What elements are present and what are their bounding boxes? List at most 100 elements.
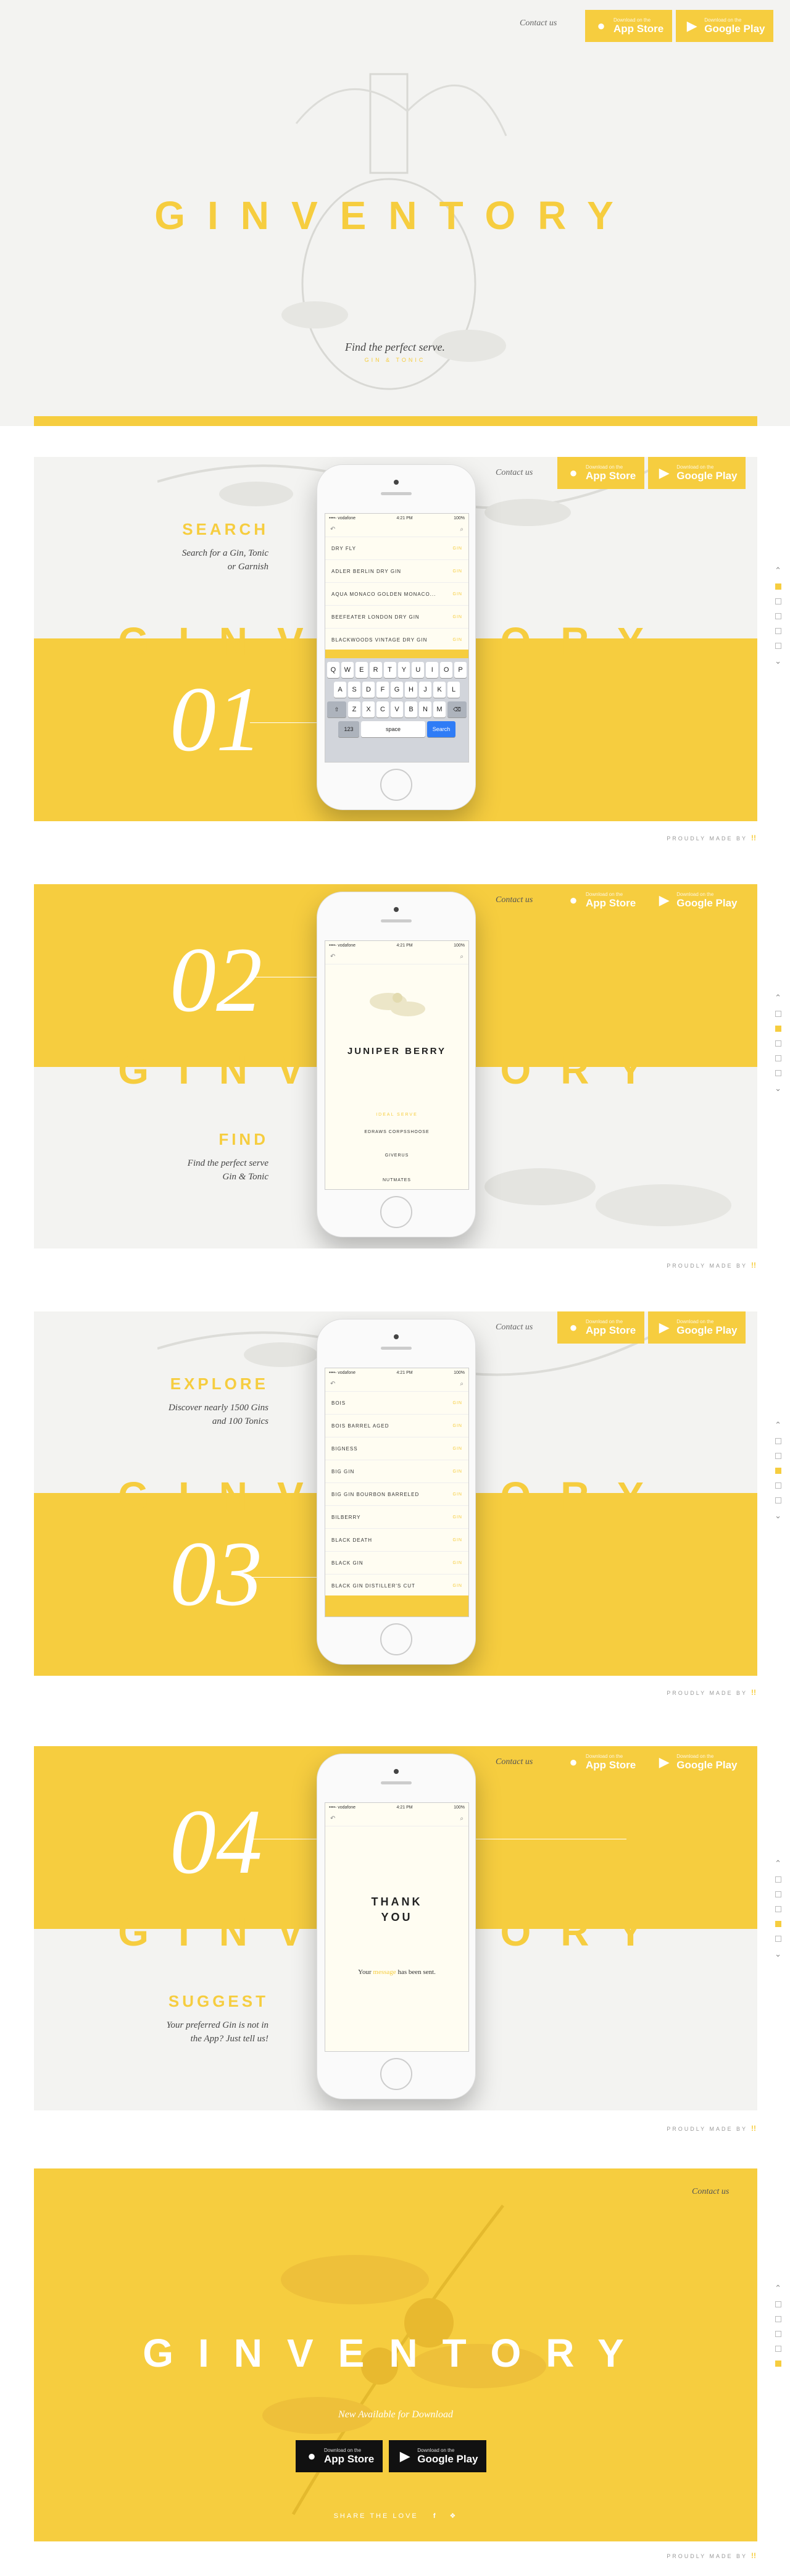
google-play-button[interactable]: ▶ Download on the Google Play — [389, 2440, 487, 2472]
delete-key[interactable]: ⌫ — [447, 701, 467, 717]
key-k[interactable]: K — [433, 682, 446, 698]
nav-dot[interactable] — [775, 1453, 781, 1459]
search-icon[interactable]: ⌕ — [460, 1381, 464, 1389]
key-o[interactable]: O — [440, 662, 453, 678]
key-q[interactable]: Q — [326, 662, 339, 678]
nav-dot[interactable] — [775, 613, 781, 619]
nav-dot[interactable] — [775, 1921, 781, 1927]
nav-down-icon[interactable]: ⌄ — [775, 1512, 781, 1520]
search-key[interactable]: Search — [427, 721, 455, 737]
nav-up-icon[interactable]: ⌃ — [775, 1421, 781, 1429]
app-store-button[interactable]: ● Download on the App Store — [557, 457, 645, 489]
nav-dot[interactable] — [775, 583, 781, 590]
key-b[interactable]: B — [405, 701, 417, 717]
app-store-button[interactable]: ● Download on the App Store — [296, 2440, 383, 2472]
search-icon[interactable]: ⌕ — [460, 1815, 464, 1823]
app-store-button[interactable]: ● Download on the App Store — [557, 884, 645, 916]
list-item[interactable]: AQUA MONACO GOLDEN MONACO... GIN — [325, 583, 468, 606]
search-icon[interactable]: ⌕ — [460, 526, 464, 534]
key-h[interactable]: H — [405, 682, 417, 698]
list-item[interactable]: BOIS BARREL AGED GIN — [325, 1415, 468, 1437]
key-s[interactable]: S — [348, 682, 360, 698]
contact-link[interactable]: Contact us — [496, 1323, 533, 1332]
key-d[interactable]: D — [362, 682, 375, 698]
list-item[interactable]: BIGNESS GIN — [325, 1437, 468, 1460]
home-button[interactable] — [380, 769, 412, 801]
key-z[interactable]: Z — [348, 701, 360, 717]
nav-dot[interactable] — [775, 1070, 781, 1076]
nav-dot[interactable] — [775, 1055, 781, 1061]
list-item[interactable]: BIG GIN GIN — [325, 1460, 468, 1483]
google-play-button[interactable]: ▶ Download on the Google Play — [648, 457, 746, 489]
nav-dot[interactable] — [775, 2361, 781, 2367]
nav-dot[interactable] — [775, 1891, 781, 1897]
nav-dot[interactable] — [775, 2331, 781, 2337]
made-by-credit[interactable]: PROUDLY MADE BY!! — [667, 834, 756, 842]
made-by-credit[interactable]: PROUDLY MADE BY!! — [667, 1688, 756, 1697]
google-play-button[interactable]: ▶ Download on the Google Play — [676, 10, 774, 42]
serve-item[interactable]: EDRAWS CORPSSHOOSE — [325, 1130, 468, 1134]
numbers-key[interactable]: 123 — [338, 721, 359, 737]
list-item[interactable]: DRY FLY GIN — [325, 537, 468, 560]
app-store-button[interactable]: ● Download on the App Store — [557, 1746, 645, 1778]
space-key[interactable]: space — [361, 721, 425, 737]
nav-down-icon[interactable]: ⌄ — [775, 658, 781, 666]
nav-dot[interactable] — [775, 1876, 781, 1883]
nav-dot[interactable] — [775, 2346, 781, 2352]
app-store-button[interactable]: ● Download on the App Store — [557, 1311, 645, 1344]
nav-dot[interactable] — [775, 1482, 781, 1489]
home-button[interactable] — [380, 1196, 412, 1228]
google-play-button[interactable]: ▶ Download on the Google Play — [648, 1311, 746, 1344]
nav-dot[interactable] — [775, 1026, 781, 1032]
nav-dot[interactable] — [775, 1906, 781, 1912]
list-item[interactable]: BILBERRY GIN — [325, 1506, 468, 1529]
key-m[interactable]: M — [433, 701, 446, 717]
nav-dot[interactable] — [775, 628, 781, 634]
list-item[interactable]: ADLER BERLIN DRY GIN GIN — [325, 560, 468, 583]
key-u[interactable]: U — [412, 662, 425, 678]
nav-dot[interactable] — [775, 2316, 781, 2322]
serve-item[interactable]: GIVERUS — [325, 1153, 468, 1158]
contact-link[interactable]: Contact us — [692, 2187, 729, 2197]
nav-dot[interactable] — [775, 598, 781, 604]
nav-down-icon[interactable]: ⌄ — [775, 1951, 781, 1959]
serve-item[interactable]: NUTMATES — [325, 1178, 468, 1182]
key-t[interactable]: T — [383, 662, 396, 678]
list-item[interactable]: BEEFEATER LONDON DRY GIN GIN — [325, 606, 468, 629]
nav-up-icon[interactable]: ⌃ — [775, 1860, 781, 1868]
home-button[interactable] — [380, 2058, 412, 2090]
nav-dot[interactable] — [775, 1497, 781, 1503]
contact-link[interactable]: Contact us — [496, 895, 533, 905]
key-e[interactable]: E — [355, 662, 368, 678]
key-y[interactable]: Y — [397, 662, 410, 678]
facebook-icon[interactable]: f — [433, 2512, 438, 2520]
list-item[interactable]: BOIS GIN — [325, 1392, 468, 1415]
back-icon[interactable]: ↶ — [330, 1381, 335, 1389]
nav-dot[interactable] — [775, 1011, 781, 1017]
shift-key[interactable]: ⇧ — [327, 701, 346, 717]
nav-up-icon[interactable]: ⌃ — [775, 2285, 781, 2293]
contact-link[interactable]: Contact us — [496, 468, 533, 478]
nav-dot[interactable] — [775, 1936, 781, 1942]
key-r[interactable]: R — [369, 662, 382, 678]
key-i[interactable]: I — [426, 662, 439, 678]
nav-up-icon[interactable]: ⌃ — [775, 994, 781, 1002]
back-icon[interactable]: ↶ — [330, 953, 335, 961]
nav-up-icon[interactable]: ⌃ — [775, 567, 781, 575]
nav-dot[interactable] — [775, 1468, 781, 1474]
google-play-button[interactable]: ▶ Download on the Google Play — [648, 1746, 746, 1778]
key-f[interactable]: F — [376, 682, 389, 698]
made-by-credit[interactable]: PROUDLY MADE BY!! — [667, 2551, 756, 2560]
made-by-credit[interactable]: PROUDLY MADE BY!! — [667, 1261, 756, 1269]
list-item[interactable]: BIG GIN BOURBON BARRELED GIN — [325, 1483, 468, 1506]
nav-down-icon[interactable]: ⌄ — [775, 1085, 781, 1093]
key-n[interactable]: N — [419, 701, 431, 717]
list-item[interactable]: BLACK GIN GIN — [325, 1552, 468, 1574]
key-j[interactable]: J — [419, 682, 431, 698]
google-play-button[interactable]: ▶ Download on the Google Play — [648, 884, 746, 916]
key-p[interactable]: P — [454, 662, 467, 678]
nav-dot[interactable] — [775, 2301, 781, 2307]
contact-link[interactable]: Contact us — [496, 1757, 533, 1767]
nav-dot[interactable] — [775, 1040, 781, 1047]
key-l[interactable]: L — [447, 682, 460, 698]
